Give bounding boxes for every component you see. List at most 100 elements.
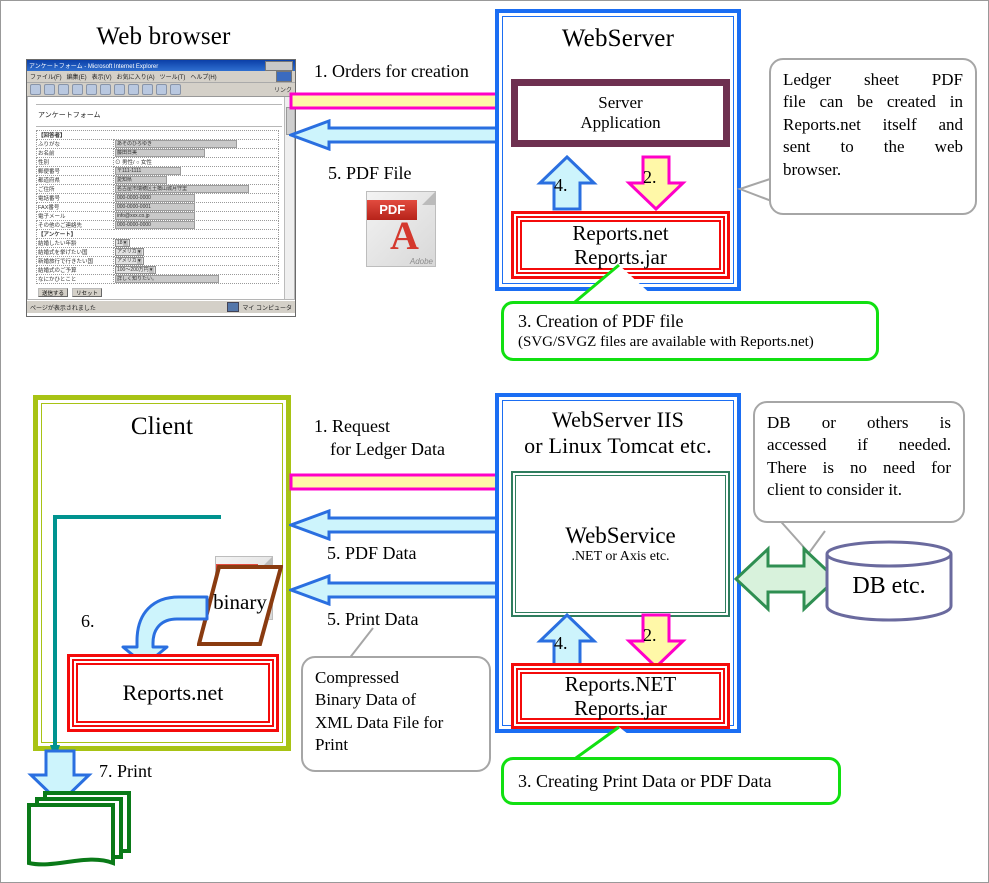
- form-row-value[interactable]: 〒111-1111: [113, 166, 279, 176]
- form-buttons[interactable]: 送信する リセット: [38, 288, 282, 297]
- form-row-label: 電話番号: [36, 193, 114, 203]
- menu-item-tools[interactable]: ツール(T): [160, 72, 186, 81]
- webservice-sublabel: .NET or Axis etc.: [571, 549, 670, 565]
- print-icon[interactable]: [156, 84, 167, 95]
- browser-title-text: アンケートフォーム - Microsoft Internet Explorer: [29, 64, 159, 70]
- menu-item-help[interactable]: ヘルプ(H): [190, 72, 216, 81]
- back-icon[interactable]: [30, 84, 41, 95]
- reset-button[interactable]: リセット: [72, 288, 103, 297]
- text-input[interactable]: 藤田日美: [115, 149, 205, 157]
- arrow-1-label-bottom: 1. Request for Ledger Data: [314, 415, 445, 462]
- form-row-value[interactable]: あそのひろゆき: [113, 139, 279, 149]
- text-input[interactable]: 000-0000-0000: [115, 194, 195, 202]
- search-icon[interactable]: [100, 84, 111, 95]
- form-row-value[interactable]: 名古屋市瑞穂区土橋山城月守里: [113, 184, 279, 194]
- form-row-value[interactable]: 000-0000-0001: [113, 202, 279, 212]
- form-row-label: ふりがな: [36, 139, 114, 149]
- form-heading: アンケートフォーム: [38, 112, 101, 119]
- db-callout-line-2: accessed if needed.: [767, 435, 951, 455]
- select-dropdown[interactable]: アメリカ▾: [115, 257, 144, 265]
- form-row-value[interactable]: 藤田日美: [113, 148, 279, 158]
- browser-window[interactable]: アンケートフォーム - Microsoft Internet Explorer …: [26, 59, 296, 317]
- refresh-icon[interactable]: [72, 84, 83, 95]
- db-callout-line-3: There is no need for: [767, 457, 951, 477]
- divider: [36, 126, 282, 127]
- form-row: 新婚旅行で行きたい国 アメリカ▾: [36, 256, 279, 266]
- form-row-value[interactable]: info@xxx.co.jp: [113, 211, 279, 221]
- form-row: お名前 藤田日美: [36, 148, 279, 158]
- gender-radio-group[interactable]: ⊙ 男性/ ○ 女性: [115, 160, 152, 166]
- text-input[interactable]: 愛知県: [115, 176, 167, 184]
- favorites-icon[interactable]: [114, 84, 125, 95]
- menu-item-edit[interactable]: 編集(E): [67, 72, 87, 81]
- form-row-value[interactable]: 詳しく知りたい。: [113, 274, 279, 284]
- mail-icon[interactable]: [142, 84, 153, 95]
- text-input[interactable]: 詳しく知りたい。: [115, 275, 219, 283]
- select-dropdown[interactable]: 18▾: [115, 239, 130, 247]
- text-input[interactable]: 000-0000-0000: [115, 221, 195, 229]
- form-row-value[interactable]: アメリカ▾: [113, 247, 279, 257]
- form-row-value[interactable]: 18▾: [113, 238, 279, 248]
- webserver-title-bottom-l2: or Linux Tomcat etc.: [524, 433, 712, 458]
- form-row-label: 結婚したい年齢: [36, 238, 114, 248]
- form-row: FAX番号 000-0000-0001: [36, 202, 279, 212]
- menu-item-view[interactable]: 表示(V): [92, 72, 112, 81]
- form-row-label: なにかひとこと: [36, 274, 114, 284]
- status-text: ページが表示されました: [30, 305, 96, 312]
- ie-logo-icon: [276, 71, 292, 82]
- client-title: Client: [130, 413, 194, 440]
- browser-toolbar[interactable]: リンク: [27, 83, 295, 97]
- webserver-frame-top: WebServer Server Application 4. 2. Repor…: [495, 9, 741, 291]
- browser-titlebar: アンケートフォーム - Microsoft Internet Explorer: [27, 60, 295, 71]
- text-input[interactable]: 〒111-1111: [115, 167, 181, 175]
- callout-line-2: file can be created in: [783, 92, 963, 112]
- reports-label-top: Reports.net Reports.jar: [572, 220, 669, 269]
- form-section-row: 【回答者】: [36, 130, 279, 140]
- form-row-value[interactable]: ⊙ 男性/ ○ 女性: [113, 157, 279, 167]
- window-controls[interactable]: [265, 60, 293, 71]
- callout-db-access: DB or others is accessed if needed. Ther…: [753, 401, 965, 523]
- arrow-1-label: 1. Orders for creation: [314, 61, 469, 81]
- arrow-4-label-bottom: 4.: [554, 633, 568, 653]
- edit-icon[interactable]: [170, 84, 181, 95]
- stop-icon[interactable]: [58, 84, 69, 95]
- form-row-value[interactable]: 愛知県: [113, 175, 279, 185]
- form-row-label: 新婚旅行で行きたい国: [36, 256, 114, 266]
- menu-item-favorites[interactable]: お気に入り(A): [117, 72, 155, 81]
- form-row: ご住所 名古屋市瑞穂区土橋山城月守里: [36, 184, 279, 194]
- reports-box-bottom: Reports.NET Reports.jar: [511, 663, 730, 729]
- form-row-label: 結婚式のご予算: [36, 265, 114, 275]
- adobe-wordmark: Adobe: [409, 257, 433, 266]
- arrow-1-line-1: 1. Request: [314, 416, 390, 436]
- text-input[interactable]: info@xxx.co.jp: [115, 212, 195, 220]
- form-row-value[interactable]: 100～200万円▾: [113, 265, 279, 275]
- db-label: DB etc.: [852, 573, 926, 599]
- submit-button[interactable]: 送信する: [38, 288, 69, 297]
- menu-item-file[interactable]: ファイル(F): [30, 72, 62, 81]
- text-input[interactable]: 名古屋市瑞穂区土橋山城月守里: [115, 185, 249, 193]
- select-dropdown[interactable]: 100～200万円▾: [115, 266, 156, 274]
- green-callout-top-line-1: 3. Creation of PDF file: [518, 310, 684, 331]
- web-browser-title: Web browser: [96, 23, 231, 50]
- select-dropdown[interactable]: アメリカ▾: [115, 248, 144, 256]
- form-row: なにかひとこと 詳しく知りたい。: [36, 274, 279, 284]
- text-input[interactable]: あそのひろゆき: [115, 140, 237, 148]
- form-row-value[interactable]: アメリカ▾: [113, 256, 279, 266]
- browser-menubar[interactable]: ファイル(F) 編集(E) 表示(V) お気に入り(A) ツール(T) ヘルプ(…: [27, 71, 295, 83]
- status-zone: マイ コンピュータ: [242, 305, 292, 312]
- forward-icon[interactable]: [44, 84, 55, 95]
- webservice-label: WebService: [565, 522, 676, 548]
- form-section-row: 【アンケート】: [36, 229, 279, 239]
- form-section-label: 【アンケート】: [36, 229, 279, 239]
- binary-callout-line-4: Print: [315, 735, 349, 755]
- form-row-value[interactable]: 000-0000-0000: [113, 220, 279, 230]
- db-cylinder: DB etc.: [823, 540, 955, 622]
- history-icon[interactable]: [128, 84, 139, 95]
- home-icon[interactable]: [86, 84, 97, 95]
- callout-line-3: Reports.net itself and: [783, 114, 963, 134]
- printed-pages-stack: [21, 789, 141, 873]
- form-row-value[interactable]: 000-0000-0000: [113, 193, 279, 203]
- pdf-file-icon: PDF A Adobe: [366, 191, 436, 267]
- binary-callout-line-3: XML Data File for: [315, 712, 444, 732]
- text-input[interactable]: 000-0000-0001: [115, 203, 195, 211]
